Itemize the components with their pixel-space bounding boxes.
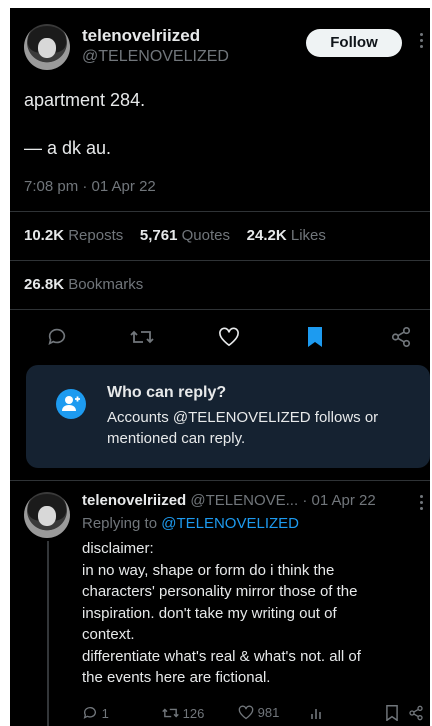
divider: [10, 260, 430, 261]
reply-reply-button[interactable]: 1: [82, 705, 109, 721]
reply-icon[interactable]: [46, 326, 68, 348]
follow-button[interactable]: Follow: [306, 29, 402, 57]
author-display-name[interactable]: telenovelriized: [82, 26, 200, 46]
reply-repost-count: 126: [182, 706, 205, 721]
reposts-stat[interactable]: 10.2K Reposts: [24, 227, 123, 244]
thread-line: [47, 541, 49, 726]
reply-line: disclaimer:: [82, 540, 154, 557]
reply-body: disclaimer: in no way, shape or form do …: [82, 538, 427, 689]
quotes-count: 5,761: [139, 227, 178, 244]
bookmarks-label: Bookmarks: [68, 276, 144, 293]
tweet-text-line-1: apartment 284.: [24, 90, 146, 110]
who-can-reply-line-1: Accounts @TELENOVELIZED follows or: [107, 409, 379, 426]
author-handle[interactable]: @TELENOVELIZED: [82, 48, 229, 66]
reply-header: telenovelriized @TELENOVE... · 01 Apr 22: [82, 492, 376, 509]
who-can-reply-card: Who can reply? Accounts @TELENOVELIZED f…: [26, 365, 430, 468]
reply-action-bar: 1 126 981: [82, 705, 427, 726]
like-icon: [238, 705, 254, 720]
people-icon: [56, 389, 86, 419]
reply-line: the events here are fictional.: [82, 669, 271, 686]
tweet-detail-screen: telenovelriized @TELENOVELIZED Follow ap…: [10, 8, 430, 726]
tweet-text-line-2: — a dk au.: [24, 138, 112, 158]
reply-reply-count: 1: [101, 706, 109, 721]
reply-like-count: 981: [257, 705, 280, 720]
bookmarks-count: 26.8K: [24, 276, 65, 293]
bookmarks-stat[interactable]: 26.8K Bookmarks: [24, 276, 143, 293]
who-can-reply-line-2: mentioned can reply.: [107, 430, 246, 447]
likes-stat[interactable]: 24.2K Likes: [247, 227, 326, 244]
likes-label: Likes: [290, 227, 326, 244]
reply-author-handle[interactable]: @TELENOVE...: [190, 492, 298, 509]
repost-icon: [162, 708, 179, 718]
reply-line: inspiration. don't take my writing out o…: [82, 604, 337, 622]
bookmark-icon[interactable]: [306, 326, 324, 348]
tweet-timestamp[interactable]: 7:08 pm · 01 Apr 22: [24, 178, 156, 195]
reply-share-icon[interactable]: [408, 705, 424, 721]
quotes-stat[interactable]: 5,761 Quotes: [140, 227, 230, 244]
who-can-reply-title: Who can reply?: [107, 384, 227, 401]
reply-icon: [83, 707, 96, 719]
reply-repost-button[interactable]: 126: [162, 705, 204, 721]
more-options-icon[interactable]: [420, 33, 424, 48]
reposts-label: Reposts: [68, 227, 124, 244]
divider: [10, 309, 430, 310]
reply-line: differentiate what's real & what's not. …: [82, 647, 361, 665]
share-icon[interactable]: [390, 326, 412, 348]
reply-line: in no way, shape or form do i think the: [82, 561, 335, 579]
reply-author-display-name[interactable]: telenovelriized: [82, 492, 186, 509]
views-icon[interactable]: [310, 706, 324, 720]
likes-count: 24.2K: [246, 227, 287, 244]
replying-to-handle[interactable]: @TELENOVELIZED: [161, 515, 299, 532]
repost-icon[interactable]: [130, 326, 154, 348]
who-can-reply-description: Accounts @TELENOVELIZED follows or menti…: [107, 407, 378, 449]
stats-row: 10.2K Reposts 5,761 Quotes 24.2K Likes: [24, 227, 326, 244]
divider: [10, 211, 430, 212]
reply-more-options-icon[interactable]: [420, 495, 424, 510]
divider: [10, 480, 430, 481]
reply-line: context.: [82, 626, 135, 643]
reply-author-avatar[interactable]: [24, 492, 70, 538]
quotes-label: Quotes: [181, 227, 230, 244]
author-avatar[interactable]: [24, 24, 70, 70]
reposts-count: 10.2K: [24, 227, 65, 244]
like-icon[interactable]: [218, 327, 240, 347]
reply-date[interactable]: · 01 Apr 22: [302, 492, 375, 509]
reply-like-button[interactable]: 981: [238, 705, 279, 720]
replying-to: Replying to @TELENOVELIZED: [82, 515, 299, 532]
reply-line: characters' personality mirror those of …: [82, 583, 358, 600]
replying-to-label: Replying to: [82, 515, 158, 532]
reply-bookmark-icon[interactable]: [385, 705, 399, 721]
